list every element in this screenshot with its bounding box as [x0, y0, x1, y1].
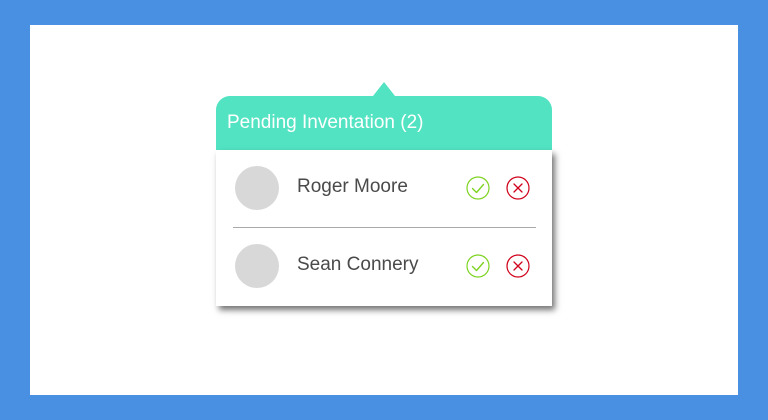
popover-body: Roger Moore Sean Connery: [216, 150, 552, 306]
decline-button[interactable]: [506, 176, 530, 200]
avatar: [235, 244, 279, 288]
content-canvas: Pending Inventation (2) Roger Moore Sean…: [30, 25, 738, 395]
popover-title: Pending Inventation (2): [216, 96, 552, 150]
invitation-row: Sean Connery: [216, 228, 552, 304]
invitee-name: Roger Moore: [297, 176, 408, 197]
x-circle-icon: [506, 254, 530, 278]
popover-arrow: [373, 82, 395, 96]
invitee-name: Sean Connery: [297, 254, 419, 275]
x-circle-icon: [506, 176, 530, 200]
accept-button[interactable]: [466, 176, 490, 200]
decline-button[interactable]: [506, 254, 530, 278]
check-circle-icon: [466, 176, 490, 200]
avatar: [235, 166, 279, 210]
invitation-row: Roger Moore: [216, 150, 552, 228]
accept-button[interactable]: [466, 254, 490, 278]
check-circle-icon: [466, 254, 490, 278]
